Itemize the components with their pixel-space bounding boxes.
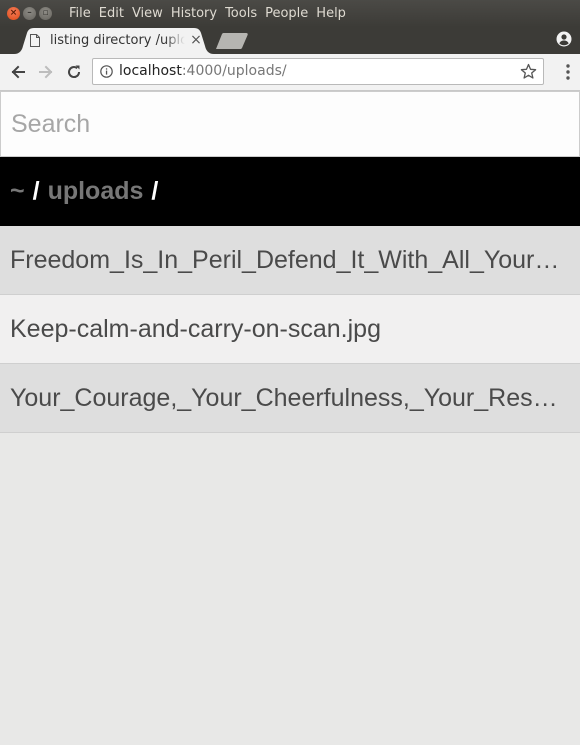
file-list: Freedom_Is_In_Peril_Defend_It_With_All_Y… [0, 226, 580, 433]
window-controls: × – ▫ [7, 7, 57, 20]
kebab-menu-icon[interactable] [565, 63, 571, 81]
list-item[interactable]: Freedom_Is_In_Peril_Defend_It_With_All_Y… [0, 226, 580, 295]
forward-button[interactable] [36, 62, 56, 82]
url-host: localhost [119, 63, 182, 79]
window-titlebar: × – ▫ File Edit View History Tools Peopl… [0, 0, 580, 27]
reload-icon [68, 65, 81, 78]
forward-arrow-icon [39, 65, 53, 79]
file-link[interactable]: Freedom_Is_In_Peril_Defend_It_With_All_Y… [10, 246, 568, 275]
menu-view[interactable]: View [132, 6, 163, 21]
breadcrumb-separator: / [32, 177, 40, 205]
menu-people[interactable]: People [265, 6, 308, 21]
menu-file[interactable]: File [69, 6, 91, 21]
menu-history[interactable]: History [171, 6, 217, 21]
url-text[interactable]: localhost:4000/uploads/ [119, 63, 287, 79]
menu-tools[interactable]: Tools [225, 6, 257, 21]
address-bar[interactable]: localhost:4000/uploads/ [92, 58, 544, 85]
tab-close-icon[interactable]: × [189, 32, 203, 48]
breadcrumb-separator: / [151, 177, 159, 205]
tab-active[interactable]: listing directory /uploads/ × [14, 28, 214, 54]
back-button[interactable] [8, 62, 28, 82]
window-minimize-button[interactable]: – [23, 7, 36, 20]
breadcrumb-home-link[interactable]: ~ [10, 177, 25, 206]
list-item[interactable]: Your_Courage,_Your_Cheerfulness,_Your_Re… [0, 364, 580, 433]
search-input[interactable] [0, 91, 580, 157]
file-link[interactable]: Your_Courage,_Your_Cheerfulness,_Your_Re… [10, 384, 568, 413]
page-icon [30, 34, 40, 47]
reload-button[interactable] [64, 62, 84, 82]
window-maximize-button[interactable]: ▫ [39, 7, 52, 20]
browser-toolbar: localhost:4000/uploads/ [0, 54, 580, 91]
profile-icon[interactable] [556, 31, 572, 47]
breadcrumb: ~ / uploads / [0, 157, 580, 226]
menu-help[interactable]: Help [316, 6, 346, 21]
page-content: ~ / uploads / Freedom_Is_In_Peril_Defend… [0, 91, 580, 745]
list-item[interactable]: Keep-calm-and-carry-on-scan.jpg [0, 295, 580, 364]
file-link[interactable]: Keep-calm-and-carry-on-scan.jpg [10, 315, 381, 344]
tab-title: listing directory /uploads/ [50, 33, 185, 48]
star-icon[interactable] [520, 63, 537, 80]
menu-edit[interactable]: Edit [99, 6, 124, 21]
menubar: File Edit View History Tools People Help [69, 6, 346, 21]
info-icon[interactable] [100, 65, 113, 78]
breadcrumb-uploads-link[interactable]: uploads [48, 177, 144, 206]
back-arrow-icon [11, 65, 25, 79]
window-close-button[interactable]: × [7, 7, 20, 20]
new-tab-button[interactable] [214, 33, 250, 49]
tab-strip: listing directory /uploads/ × [0, 27, 580, 54]
url-path: :4000/uploads/ [181, 63, 287, 79]
